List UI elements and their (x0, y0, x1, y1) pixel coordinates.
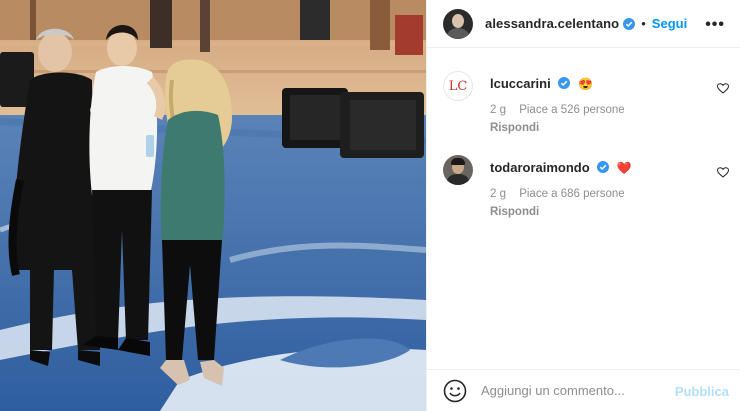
comment-text: 😍 (577, 77, 593, 91)
post-side-panel: alessandra.celentano • Segui ••• LC lcuc… (426, 0, 740, 411)
verified-badge-icon (597, 161, 610, 173)
commenter-avatar[interactable]: LC (443, 71, 473, 101)
comment-likes[interactable]: Piace a 526 persone (519, 104, 625, 116)
author-username[interactable]: alessandra.celentano (485, 16, 619, 31)
comment-text: ❤️ (616, 161, 632, 175)
comment-input[interactable] (481, 383, 661, 398)
comment-time[interactable]: 2 g (490, 104, 506, 116)
commenter-username[interactable]: lcuccarini (490, 76, 551, 91)
post-photo[interactable] (0, 0, 426, 411)
verified-badge-icon (558, 77, 571, 89)
post-header: alessandra.celentano • Segui ••• (427, 0, 740, 48)
like-heart-icon[interactable] (717, 167, 729, 178)
comment-body: lcuccarini 😍 (490, 76, 593, 91)
like-heart-icon[interactable] (717, 83, 729, 94)
comment-composer: Pubblica (427, 369, 740, 411)
follow-button[interactable]: Segui (652, 16, 687, 31)
commenter-username[interactable]: todaroraimondo (490, 160, 590, 175)
comment-body: todaroraimondo ❤️ (490, 160, 632, 175)
verified-badge-icon (623, 17, 636, 30)
reply-button[interactable]: Rispondi (490, 206, 539, 218)
header-separator: • (641, 16, 646, 31)
comment-likes[interactable]: Piace a 686 persone (519, 188, 625, 200)
author-avatar[interactable] (443, 8, 473, 39)
emoji-smiley-icon[interactable] (443, 379, 467, 403)
comment-time[interactable]: 2 g (490, 188, 506, 200)
more-options-icon[interactable]: ••• (705, 16, 725, 34)
reply-button[interactable]: Rispondi (490, 122, 539, 134)
avatar-monogram: LC (448, 78, 468, 94)
photo-scene (0, 0, 426, 411)
commenter-avatar[interactable] (443, 155, 473, 185)
comment-meta: 2 g Piace a 526 persone (490, 104, 635, 116)
publish-button[interactable]: Pubblica (675, 384, 729, 399)
comment-meta: 2 g Piace a 686 persone (490, 188, 635, 200)
